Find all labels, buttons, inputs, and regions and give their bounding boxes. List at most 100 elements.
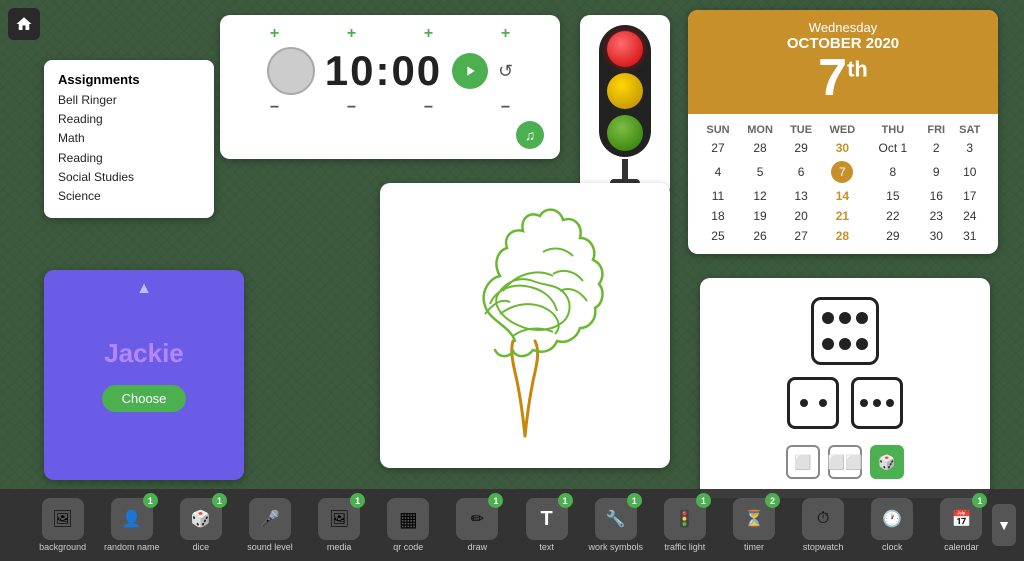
timer-reset-button[interactable]: ↺ bbox=[498, 61, 513, 82]
cal-header-wed: WED bbox=[820, 122, 865, 138]
cal-cell[interactable]: 29 bbox=[782, 138, 820, 158]
timer-minus-2[interactable]: − bbox=[347, 99, 356, 117]
cal-cell[interactable]: 23 bbox=[921, 206, 952, 226]
cal-cell[interactable]: 28 bbox=[738, 138, 782, 158]
traffic-light-yellow[interactable] bbox=[607, 73, 643, 109]
toolbar-label-dice: dice bbox=[193, 542, 210, 552]
cal-cell[interactable]: 27 bbox=[782, 226, 820, 246]
toolbar-scroll-down[interactable]: ▼ bbox=[992, 504, 1016, 546]
dot bbox=[822, 338, 834, 350]
cal-cell[interactable]: 15 bbox=[865, 186, 921, 206]
toolbar-item-media[interactable]: 1 🖼 media bbox=[307, 498, 372, 552]
cal-cell[interactable]: 30 bbox=[921, 226, 952, 246]
cal-cell[interactable]: 13 bbox=[782, 186, 820, 206]
cal-cell[interactable]: 12 bbox=[738, 186, 782, 206]
cal-cell[interactable]: 20 bbox=[782, 206, 820, 226]
cal-cell[interactable]: 26 bbox=[738, 226, 782, 246]
cal-cell[interactable]: 31 bbox=[952, 226, 989, 246]
cal-cell[interactable]: 29 bbox=[865, 226, 921, 246]
cal-cell[interactable]: 22 bbox=[865, 206, 921, 226]
timer-plus-3[interactable]: + bbox=[424, 25, 433, 43]
calendar-header: Wednesday OCTOBER 2020 7th bbox=[688, 10, 998, 114]
toolbar-item-work-symbols[interactable]: 1 🔧 work symbols bbox=[583, 498, 648, 552]
assignment-item-4[interactable]: Reading bbox=[58, 149, 200, 168]
cal-cell[interactable]: 19 bbox=[738, 206, 782, 226]
dot bbox=[839, 312, 851, 324]
cal-cell[interactable]: 9 bbox=[921, 158, 952, 186]
cal-cell[interactable]: 30 bbox=[820, 138, 865, 158]
toolbar-item-timer[interactable]: 2 ⏳ timer bbox=[721, 498, 786, 552]
timer-icon-wrap: 2 ⏳ bbox=[733, 498, 775, 540]
main-die[interactable] bbox=[811, 297, 879, 365]
toolbar-label-calendar: calendar bbox=[944, 542, 979, 552]
dice-controls: ⬜ ⬜⬜ 🎲 bbox=[786, 445, 904, 479]
dot bbox=[800, 399, 808, 407]
assignment-item-5[interactable]: Social Studies bbox=[58, 168, 200, 187]
choose-button[interactable]: Choose bbox=[102, 385, 187, 412]
media-icon-wrap: 1 🖼 bbox=[318, 498, 360, 540]
toolbar-item-background[interactable]: 🖼 background bbox=[30, 498, 95, 552]
cal-cell[interactable]: 25 bbox=[698, 226, 738, 246]
cal-cell[interactable]: 18 bbox=[698, 206, 738, 226]
cal-cell[interactable]: 17 bbox=[952, 186, 989, 206]
dice-icon-wrap: 1 🎲 bbox=[180, 498, 222, 540]
timer-plus-1[interactable]: + bbox=[270, 25, 279, 43]
toolbar-item-traffic-light[interactable]: 1 🚦 traffic light bbox=[652, 498, 717, 552]
toolbar-item-dice[interactable]: 1 🎲 dice bbox=[168, 498, 233, 552]
timer-plus-2[interactable]: + bbox=[347, 25, 356, 43]
assignment-item-2[interactable]: Reading bbox=[58, 110, 200, 129]
traffic-light-red[interactable] bbox=[607, 31, 643, 67]
assignment-item-1[interactable]: Bell Ringer bbox=[58, 91, 200, 110]
assignment-item-6[interactable]: Science bbox=[58, 187, 200, 206]
assignment-item-3[interactable]: Math bbox=[58, 129, 200, 148]
traffic-light-green[interactable] bbox=[607, 115, 643, 151]
user-card-arrow-up[interactable]: ▲ bbox=[136, 280, 152, 298]
calendar-badge: 1 bbox=[972, 493, 987, 508]
timer-minus-3[interactable]: − bbox=[424, 99, 433, 117]
cal-cell[interactable]: 4 bbox=[698, 158, 738, 186]
timer-minus-1[interactable]: − bbox=[270, 99, 279, 117]
cal-cell[interactable]: 6 bbox=[782, 158, 820, 186]
small-die-1[interactable] bbox=[787, 377, 839, 429]
cal-cell[interactable]: 3 bbox=[952, 138, 989, 158]
traffic-light-widget[interactable] bbox=[580, 15, 670, 197]
cal-cell[interactable]: 28 bbox=[820, 226, 865, 246]
cal-header-sun: SUN bbox=[698, 122, 738, 138]
cal-cell[interactable]: 27 bbox=[698, 138, 738, 158]
dice-ctrl-1[interactable]: ⬜ bbox=[786, 445, 820, 479]
work-symbols-icon-wrap: 1 🔧 bbox=[595, 498, 637, 540]
cal-cell-today[interactable]: 7 bbox=[820, 158, 865, 186]
toolbar-item-draw[interactable]: 1 ✏ draw bbox=[445, 498, 510, 552]
drawing-widget[interactable] bbox=[380, 183, 670, 468]
toolbar-item-calendar[interactable]: 1 📅 calendar bbox=[929, 498, 994, 552]
dice-ctrl-2[interactable]: ⬜⬜ bbox=[828, 445, 862, 479]
cal-cell[interactable]: 2 bbox=[921, 138, 952, 158]
timer-plus-4[interactable]: + bbox=[501, 25, 510, 43]
timer-minus-4[interactable]: − bbox=[501, 99, 510, 117]
toolbar-item-sound-level[interactable]: 🎤 sound level bbox=[237, 498, 302, 552]
cal-cell[interactable]: Oct 1 bbox=[865, 138, 921, 158]
cal-cell[interactable]: 10 bbox=[952, 158, 989, 186]
dot bbox=[860, 399, 868, 407]
toolbar-item-random-name[interactable]: 1 👤 random name bbox=[99, 498, 164, 552]
toolbar-item-text[interactable]: 1 T text bbox=[514, 498, 579, 552]
toolbar-item-stopwatch[interactable]: ⏱ stopwatch bbox=[791, 498, 856, 552]
timer-play-button[interactable] bbox=[452, 53, 488, 89]
dice-ctrl-3[interactable]: 🎲 bbox=[870, 445, 904, 479]
cal-cell[interactable]: 21 bbox=[820, 206, 865, 226]
cal-cell[interactable]: 14 bbox=[820, 186, 865, 206]
timer-music-button[interactable]: ♫ bbox=[516, 121, 544, 149]
small-die-2[interactable] bbox=[851, 377, 903, 429]
toolbar-item-clock[interactable]: 🕐 clock bbox=[860, 498, 925, 552]
cal-cell[interactable]: 24 bbox=[952, 206, 989, 226]
toolbar-label-timer: timer bbox=[744, 542, 764, 552]
dot bbox=[873, 399, 881, 407]
home-button[interactable] bbox=[8, 8, 40, 40]
sound-level-icon-wrap: 🎤 bbox=[249, 498, 291, 540]
cal-cell[interactable]: 5 bbox=[738, 158, 782, 186]
toolbar-item-qr-code[interactable]: ▦ qr code bbox=[376, 498, 441, 552]
cal-cell[interactable]: 8 bbox=[865, 158, 921, 186]
cal-cell[interactable]: 11 bbox=[698, 186, 738, 206]
cal-cell[interactable]: 16 bbox=[921, 186, 952, 206]
toolbar-label-media: media bbox=[327, 542, 352, 552]
